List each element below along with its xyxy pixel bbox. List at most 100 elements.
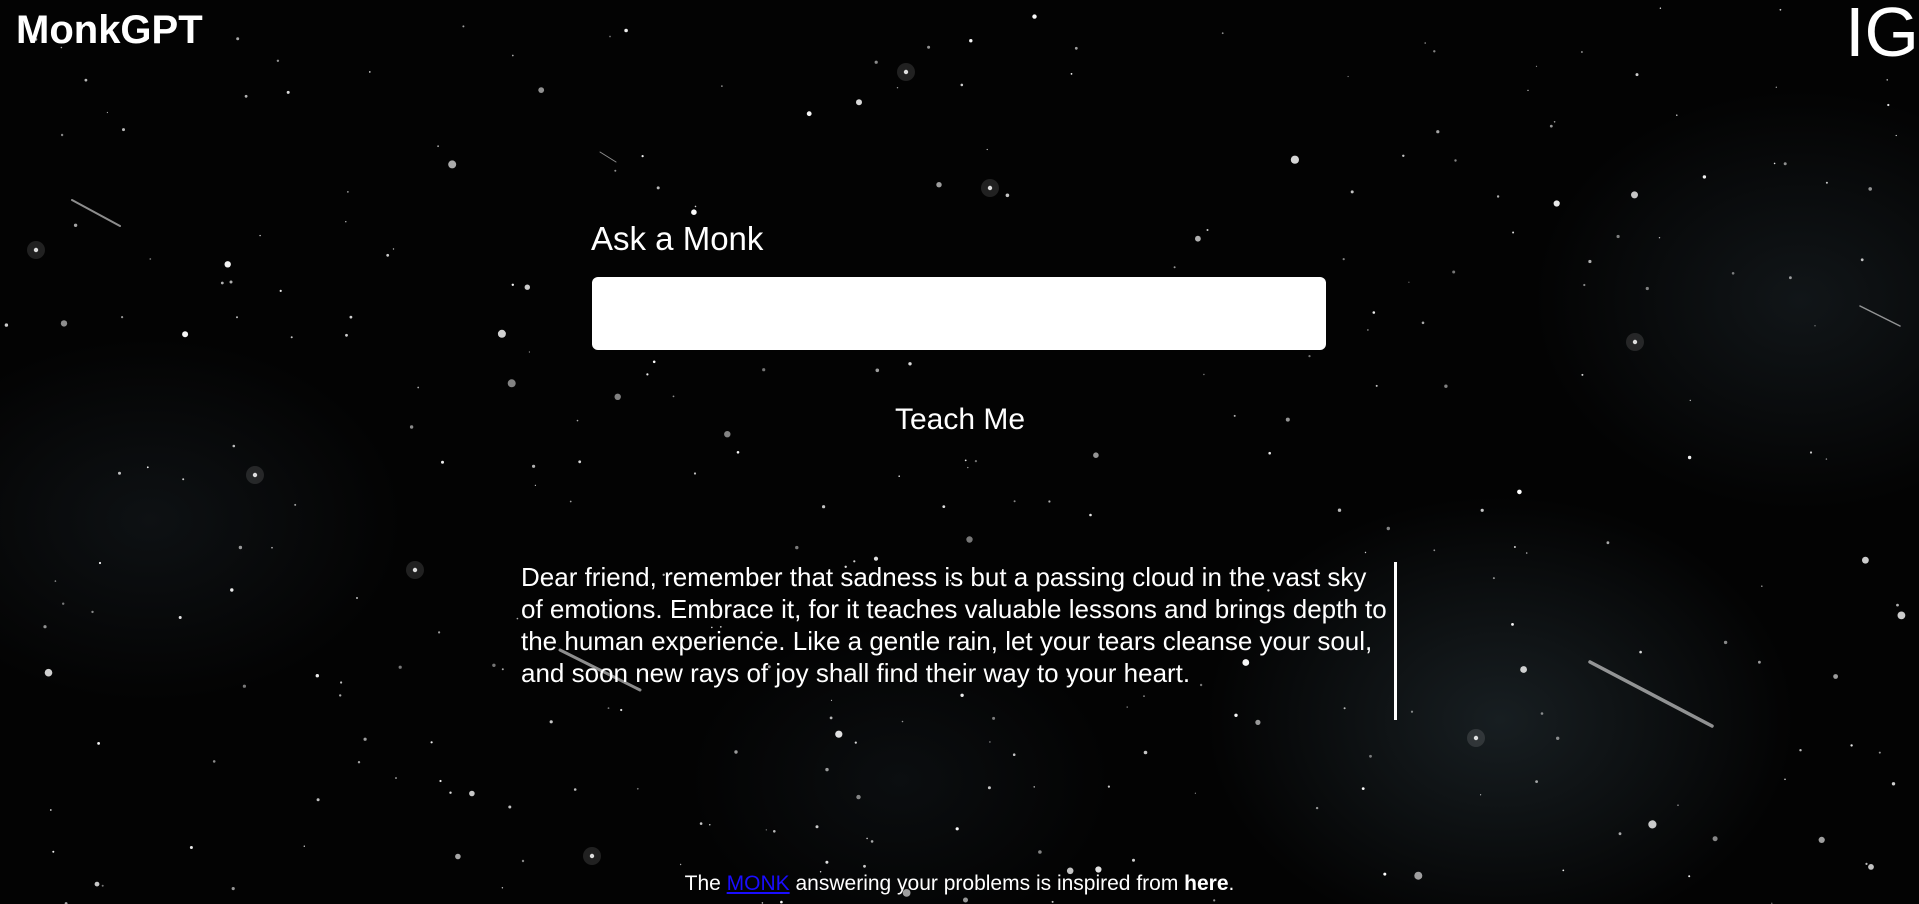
monk-link[interactable]: MONK xyxy=(727,872,790,895)
star xyxy=(369,71,371,73)
question-input[interactable] xyxy=(592,277,1326,350)
star xyxy=(1480,794,1482,796)
star xyxy=(91,610,94,614)
star xyxy=(230,588,234,592)
star xyxy=(1424,42,1426,44)
star xyxy=(438,631,441,634)
star xyxy=(224,261,231,268)
star xyxy=(908,362,912,366)
star xyxy=(969,39,973,43)
star xyxy=(1221,32,1224,35)
star xyxy=(276,59,280,62)
star xyxy=(73,223,78,227)
star xyxy=(1089,513,1092,517)
star xyxy=(1553,121,1556,123)
star xyxy=(1051,900,1054,903)
star xyxy=(1868,864,1874,870)
star xyxy=(178,616,182,619)
star xyxy=(641,155,644,158)
star xyxy=(1126,706,1128,708)
star xyxy=(1195,235,1201,242)
star xyxy=(357,761,361,764)
teach-me-button[interactable]: Teach Me xyxy=(880,398,1040,442)
shooting-star xyxy=(599,151,617,163)
star xyxy=(866,837,868,840)
star xyxy=(614,393,621,400)
star xyxy=(1433,549,1436,552)
star xyxy=(652,360,656,364)
star xyxy=(448,160,457,169)
footer-credit: The MONK answering your problems is insp… xyxy=(0,872,1919,896)
star xyxy=(412,567,418,573)
star xyxy=(927,45,931,49)
page-background: MonkGPT IG Ask a Monk Teach Me Dear frie… xyxy=(0,0,1919,904)
star xyxy=(1616,234,1620,239)
here-link[interactable]: here xyxy=(1184,872,1228,895)
star xyxy=(441,460,444,464)
star xyxy=(146,466,149,469)
star xyxy=(835,730,843,738)
star xyxy=(417,386,420,389)
star xyxy=(1896,603,1899,607)
star xyxy=(455,853,461,860)
star xyxy=(694,205,697,208)
star xyxy=(303,845,305,847)
star xyxy=(501,668,504,671)
star xyxy=(822,505,826,509)
star xyxy=(960,83,964,87)
star xyxy=(854,741,857,744)
star xyxy=(121,316,124,319)
shooting-star xyxy=(1588,660,1714,728)
star xyxy=(1033,786,1035,788)
star xyxy=(1783,162,1787,166)
star xyxy=(1535,65,1538,67)
shooting-star xyxy=(71,199,121,227)
star xyxy=(607,707,610,709)
star xyxy=(33,247,39,253)
star xyxy=(986,148,988,151)
star xyxy=(1833,674,1838,679)
star xyxy=(62,602,65,605)
star xyxy=(1308,355,1311,358)
star xyxy=(236,316,238,319)
star xyxy=(901,720,904,723)
star xyxy=(1143,695,1145,697)
star xyxy=(1473,735,1479,741)
star xyxy=(721,85,723,87)
star xyxy=(1868,187,1872,191)
star xyxy=(1372,311,1376,314)
star xyxy=(259,234,261,237)
star xyxy=(286,90,290,94)
star xyxy=(863,864,866,868)
star xyxy=(1862,556,1869,564)
star xyxy=(795,545,799,550)
star xyxy=(1556,736,1560,740)
star xyxy=(1005,193,1010,198)
star xyxy=(236,37,240,41)
star xyxy=(316,798,320,802)
star xyxy=(1758,660,1761,664)
star xyxy=(1512,231,1515,234)
star xyxy=(1773,162,1776,165)
star xyxy=(242,684,246,688)
star xyxy=(1012,753,1016,756)
star xyxy=(409,425,414,429)
star xyxy=(1369,754,1372,758)
star xyxy=(345,333,348,337)
star xyxy=(1635,73,1639,77)
star xyxy=(1775,86,1777,88)
star xyxy=(1731,272,1735,275)
star xyxy=(734,750,738,754)
star xyxy=(521,859,525,863)
star xyxy=(1436,130,1440,134)
star xyxy=(1535,780,1538,783)
star xyxy=(98,561,102,565)
star xyxy=(469,790,475,797)
star xyxy=(1285,417,1290,422)
star xyxy=(693,472,697,475)
instagram-link[interactable]: IG xyxy=(1845,0,1919,67)
star xyxy=(212,760,216,763)
footer-prefix: The xyxy=(684,872,721,895)
star xyxy=(1347,75,1349,78)
star xyxy=(538,87,545,93)
